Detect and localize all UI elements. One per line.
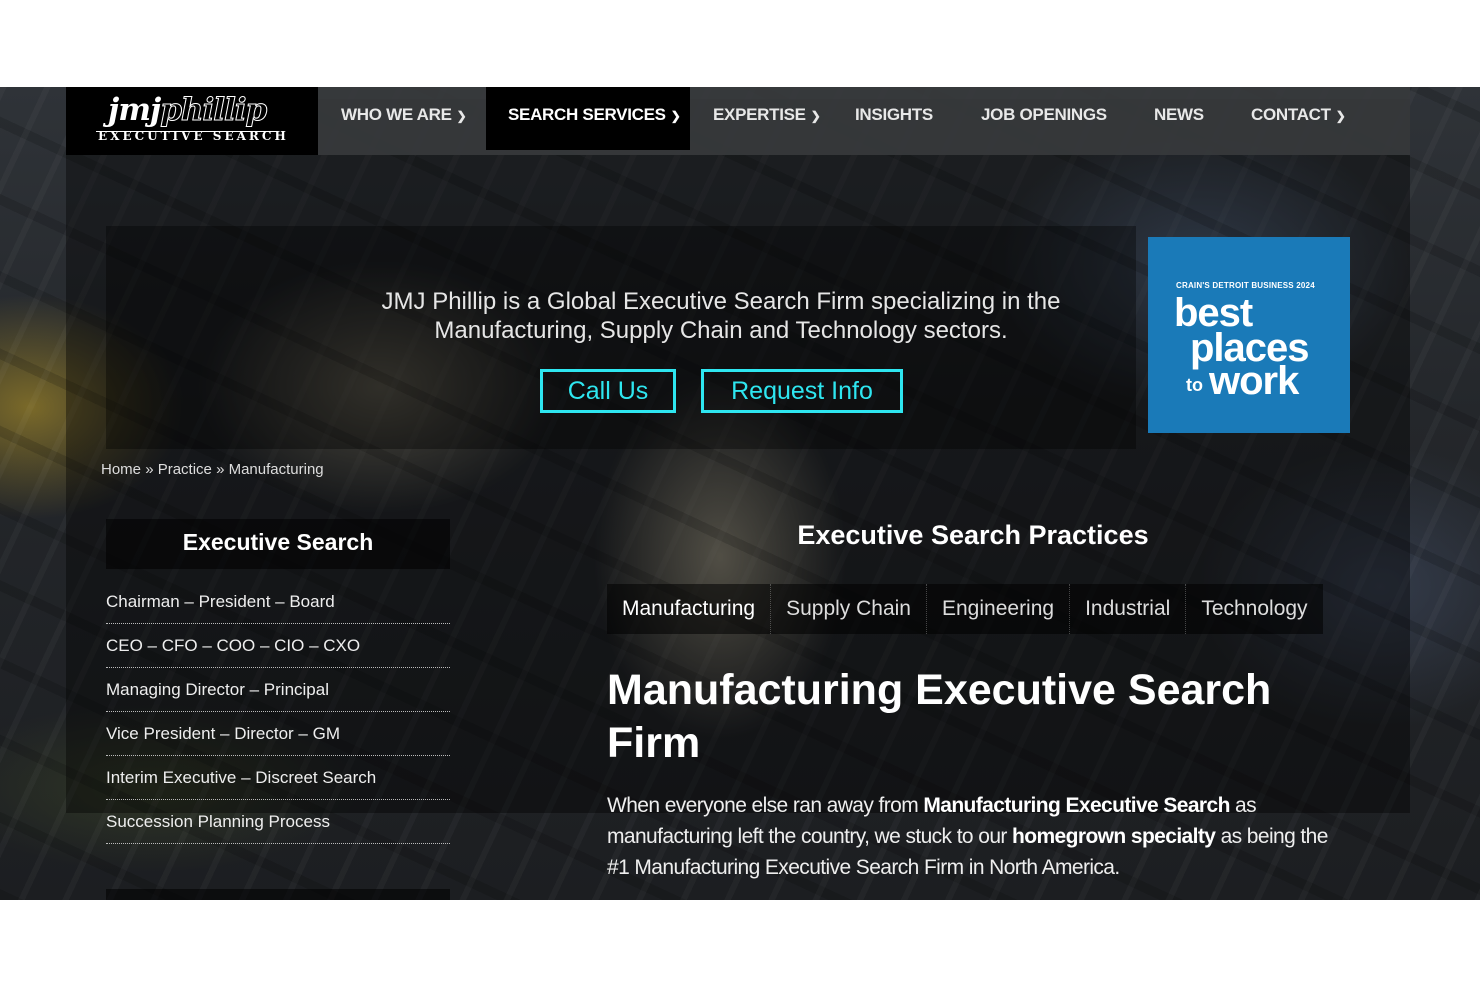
tab-engineering[interactable]: Engineering <box>927 584 1071 634</box>
body-bold-2: homegrown specialty <box>1012 825 1216 848</box>
best-places-to-work-badge[interactable]: CRAIN'S DETROIT BUSINESS 2024 best place… <box>1148 237 1350 433</box>
nav-label: SEARCH SERVICES <box>508 105 666 124</box>
nav-label: JOB OPENINGS <box>981 105 1107 124</box>
chevron-down-icon: ❯ <box>1335 109 1346 123</box>
tab-supply-chain[interactable]: Supply Chain <box>771 584 927 634</box>
nav-contact[interactable]: CONTACT ❯ <box>1251 87 1346 150</box>
intro-paragraph: When everyone else ran away from Manufac… <box>607 790 1347 883</box>
logo-wordmark: jmjphillip <box>108 92 268 129</box>
nav-search-services[interactable]: SEARCH SERVICES ❯ <box>486 87 691 150</box>
page-title: Manufacturing Executive Search Firm <box>607 666 1272 767</box>
breadcrumb-separator: » <box>216 461 225 478</box>
nav-label: CONTACT <box>1251 105 1331 124</box>
sidebar-item[interactable]: CEO – CFO – COO – CIO – CXO <box>106 624 450 668</box>
nav-who-we-are[interactable]: WHO WE ARE ❯ <box>341 87 467 150</box>
nav-label: WHO WE ARE <box>341 105 452 124</box>
request-info-button[interactable]: Request Info <box>701 369 903 413</box>
call-us-button[interactable]: Call Us <box>540 369 676 413</box>
site-logo[interactable]: jmjphillip EXECUTIVE SEARCH <box>66 87 318 155</box>
tab-manufacturing[interactable]: Manufacturing <box>607 584 772 634</box>
award-line-work: work <box>1209 359 1299 403</box>
breadcrumb-practice[interactable]: Practice <box>158 461 212 478</box>
body-text-1: When everyone else ran away from <box>607 794 924 817</box>
award-line-to: to <box>1186 375 1203 395</box>
chevron-down-icon: ❯ <box>810 109 821 123</box>
sidebar-list: Chairman – President – Board CEO – CFO –… <box>106 580 450 844</box>
award-source: CRAIN'S DETROIT BUSINESS 2024 <box>1176 281 1315 290</box>
sidebar-title: Executive Search <box>182 529 374 555</box>
sidebar-item[interactable]: Vice President – Director – GM <box>106 712 450 756</box>
practices-heading: Executive Search Practices <box>797 520 1149 550</box>
sidebar-next-box <box>106 889 450 900</box>
chevron-down-icon: ❯ <box>456 109 467 123</box>
nav-label: NEWS <box>1154 105 1204 124</box>
sidebar-item[interactable]: Managing Director – Principal <box>106 668 450 712</box>
nav-label: EXPERTISE <box>713 105 806 124</box>
tab-technology[interactable]: Technology <box>1186 584 1322 634</box>
sidebar-item[interactable]: Chairman – President – Board <box>106 580 450 624</box>
tab-industrial[interactable]: Industrial <box>1070 584 1187 634</box>
breadcrumb-home[interactable]: Home <box>101 461 141 478</box>
practice-tabs: Manufacturing Supply Chain Engineering I… <box>607 584 1323 634</box>
sidebar-item[interactable]: Interim Executive – Discreet Search <box>106 756 450 800</box>
nav-label: INSIGHTS <box>855 105 933 124</box>
body-bold-1: Manufacturing Executive Search <box>923 794 1230 817</box>
breadcrumb-separator: » <box>145 461 154 478</box>
nav-news[interactable]: NEWS <box>1154 87 1204 150</box>
chevron-down-icon: ❯ <box>670 109 681 123</box>
breadcrumb: Home » Practice » Manufacturing <box>101 461 324 478</box>
nav-expertise[interactable]: EXPERTISE ❯ <box>713 87 821 150</box>
intro-text: JMJ Phillip is a Global Executive Search… <box>381 288 1061 344</box>
nav-insights[interactable]: INSIGHTS <box>855 87 933 150</box>
nav-job-openings[interactable]: JOB OPENINGS <box>981 87 1107 150</box>
breadcrumb-current: Manufacturing <box>228 461 324 478</box>
logo-tagline: EXECUTIVE SEARCH <box>98 129 289 143</box>
sidebar-item[interactable]: Succession Planning Process <box>106 800 450 844</box>
